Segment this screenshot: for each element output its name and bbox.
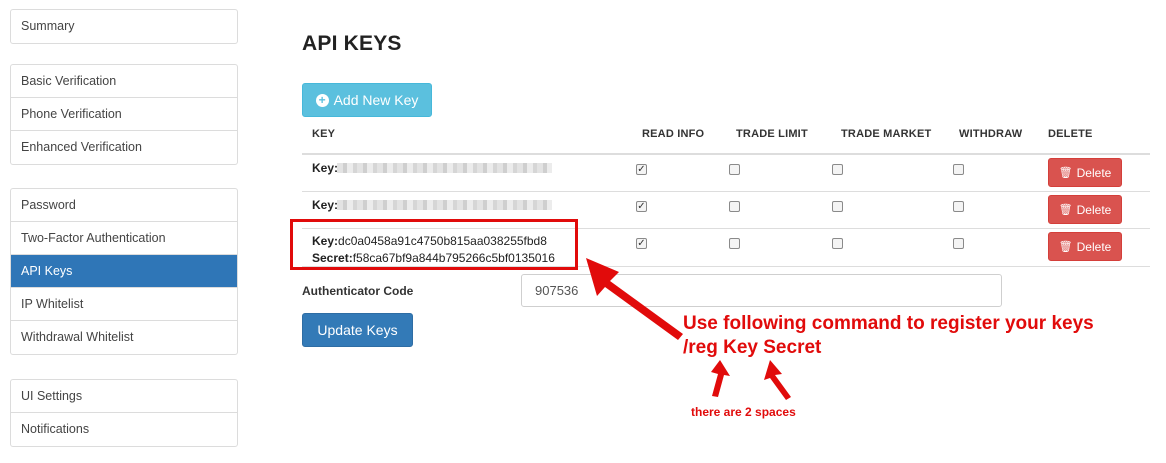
- sidebar-item-ip-whitelist[interactable]: IP Whitelist: [11, 288, 237, 321]
- read-info-checkbox[interactable]: ✓: [636, 164, 647, 175]
- sidebar-item-two-factor[interactable]: Two-Factor Authentication: [11, 222, 237, 255]
- plus-circle-icon: +: [315, 93, 329, 107]
- sidebar-item-ui-settings[interactable]: UI Settings: [11, 380, 237, 413]
- withdraw-checkbox[interactable]: [953, 164, 964, 175]
- sidebar-item-api-keys[interactable]: API Keys: [11, 255, 237, 288]
- annotation-note: there are 2 spaces: [691, 405, 796, 419]
- header-trade-market: TRADE MARKET: [841, 128, 932, 140]
- highlight-box: [290, 219, 578, 270]
- withdraw-checkbox[interactable]: [953, 201, 964, 212]
- authenticator-code-input[interactable]: [521, 274, 1002, 307]
- authenticator-code-label: Authenticator Code: [302, 284, 414, 298]
- annotation-line-2: /reg Key Secret: [683, 337, 822, 358]
- red-arrow-icon: [711, 360, 730, 397]
- trade-market-checkbox[interactable]: [832, 238, 843, 249]
- add-new-key-button[interactable]: + Add New Key: [302, 83, 432, 117]
- table-header-divider: [302, 153, 1150, 155]
- read-info-checkbox[interactable]: ✓: [636, 201, 647, 212]
- trash-icon: 🗑: [1058, 204, 1073, 216]
- sidebar-group-settings: UI Settings Notifications: [10, 379, 238, 447]
- trade-limit-checkbox[interactable]: [729, 238, 740, 249]
- delete-label: Delete: [1076, 202, 1112, 217]
- delete-button[interactable]: 🗑 Delete: [1048, 158, 1122, 187]
- page-title: API KEYS: [302, 32, 402, 55]
- update-keys-button[interactable]: Update Keys: [302, 313, 413, 347]
- red-arrow-icon: [764, 360, 791, 400]
- delete-label: Delete: [1076, 239, 1112, 254]
- sidebar-group-verification: Basic Verification Phone Verification En…: [10, 64, 238, 165]
- sidebar-item-notifications[interactable]: Notifications: [11, 413, 237, 446]
- sidebar-item-summary[interactable]: Summary: [11, 10, 237, 43]
- sidebar-group-summary: Summary: [10, 9, 238, 44]
- withdraw-checkbox[interactable]: [953, 238, 964, 249]
- sidebar-item-basic-verification[interactable]: Basic Verification: [11, 65, 237, 98]
- sidebar-item-password[interactable]: Password: [11, 189, 237, 222]
- trade-market-checkbox[interactable]: [832, 201, 843, 212]
- header-trade-limit: TRADE LIMIT: [736, 128, 808, 140]
- trade-limit-checkbox[interactable]: [729, 201, 740, 212]
- header-withdraw: WITHDRAW: [959, 128, 1023, 140]
- sidebar-item-enhanced-verification[interactable]: Enhanced Verification: [11, 131, 237, 164]
- delete-button[interactable]: 🗑 Delete: [1048, 195, 1122, 224]
- annotation-text: Use following command to register your k…: [683, 312, 1094, 360]
- trade-limit-checkbox[interactable]: [729, 164, 740, 175]
- delete-button[interactable]: 🗑 Delete: [1048, 232, 1122, 261]
- header-delete: DELETE: [1048, 128, 1093, 140]
- delete-label: Delete: [1076, 165, 1112, 180]
- table-row-divider: [302, 191, 1150, 192]
- redacted-key: [337, 163, 552, 173]
- header-read-info: READ INFO: [642, 128, 705, 140]
- trade-market-checkbox[interactable]: [832, 164, 843, 175]
- api-key-label: Key:: [312, 198, 339, 212]
- sidebar-group-security: Password Two-Factor Authentication API K…: [10, 188, 238, 355]
- sidebar-item-phone-verification[interactable]: Phone Verification: [11, 98, 237, 131]
- trash-icon: 🗑: [1058, 167, 1073, 179]
- read-info-checkbox[interactable]: ✓: [636, 238, 647, 249]
- sidebar-item-withdrawal-whitelist[interactable]: Withdrawal Whitelist: [11, 321, 237, 354]
- trash-icon: 🗑: [1058, 241, 1073, 253]
- redacted-key: [337, 200, 552, 210]
- add-new-key-label: Add New Key: [333, 92, 419, 108]
- annotation-line-1: Use following command to register your k…: [683, 313, 1094, 334]
- api-key-label: Key:: [312, 161, 339, 175]
- header-key: KEY: [312, 128, 336, 140]
